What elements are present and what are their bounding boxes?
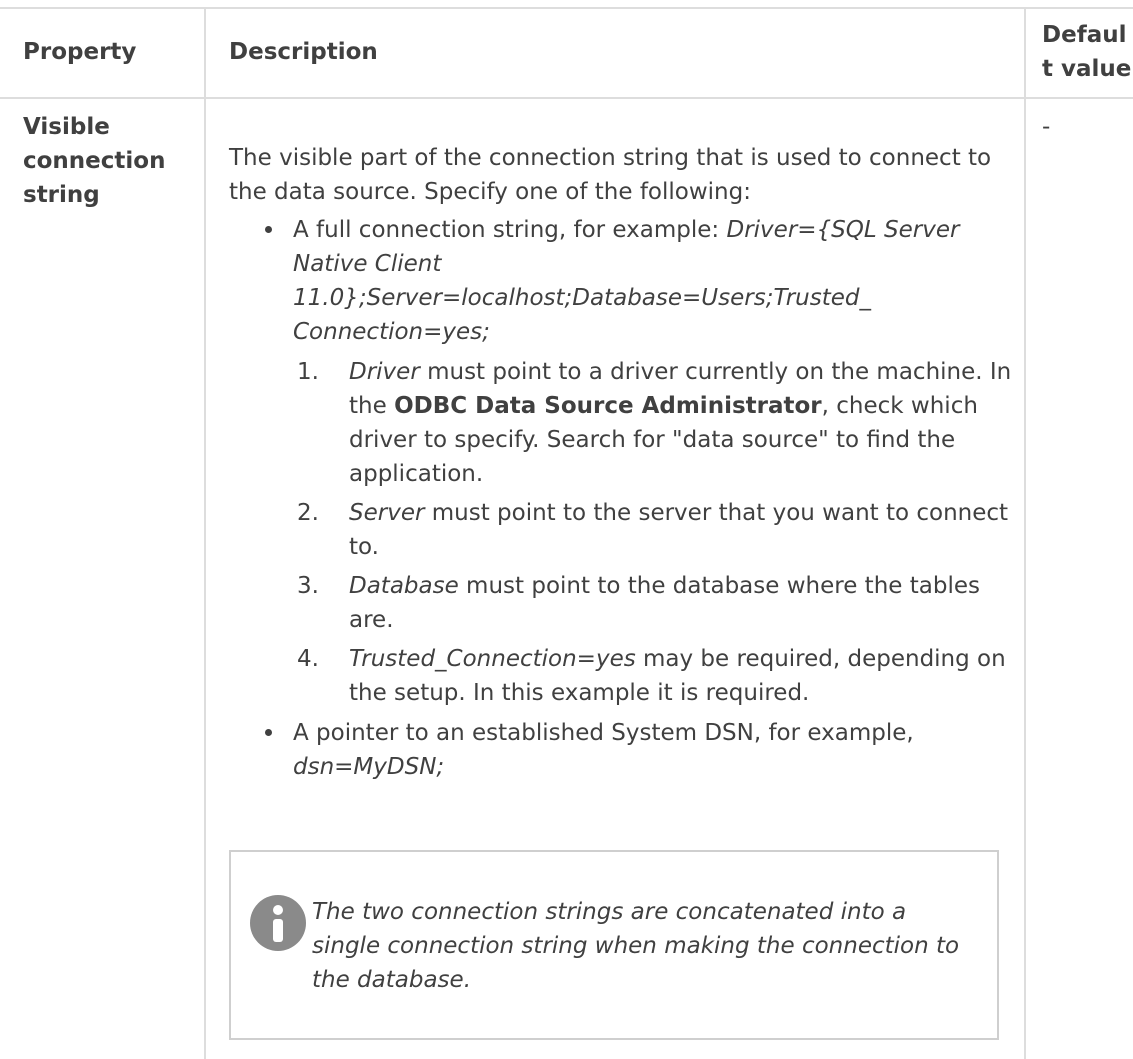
bullet-dot — [265, 226, 272, 233]
header-bottom-border — [0, 97, 1133, 99]
table-top-border — [0, 7, 1133, 9]
info-icon — [250, 895, 306, 951]
property-table: Property Description Defaul t value Visi… — [0, 0, 1133, 1059]
numbered-item-database: 3. Database must point to the database w… — [293, 569, 1013, 637]
header-description: Description — [229, 39, 378, 65]
requirement-numbered-list: 1. Driver must point to a driver current… — [293, 355, 1013, 710]
bullet-2-example: dsn=MyDSN; — [293, 754, 445, 780]
numbered-item-2-term: Server — [349, 500, 425, 526]
numbered-item-driver: 1. Driver must point to a driver current… — [293, 355, 1013, 491]
header-default-line-2: t value — [1042, 56, 1132, 82]
description-intro: The visible part of the connection strin… — [229, 145, 992, 205]
column-divider-1 — [204, 7, 206, 1059]
bullet-dot — [265, 729, 272, 736]
property-name-line-2: connection — [23, 148, 166, 174]
note-box: The two connection strings are concatena… — [229, 850, 999, 1040]
option-bullet-list: A full connection string, for example: D… — [253, 213, 1013, 784]
info-icon-bar — [273, 919, 283, 942]
bullet-full-connection-string: A full connection string, for example: D… — [253, 213, 1013, 710]
numbered-item-1-bold: ODBC Data Source Administrator — [394, 393, 822, 419]
numbered-item-1-term: Driver — [349, 359, 420, 385]
bullet-2-text: A pointer to an established System DSN, … — [293, 720, 914, 746]
numbered-item-server: 2. Server must point to the server that … — [293, 496, 1013, 564]
bullet-system-dsn: A pointer to an established System DSN, … — [253, 716, 1013, 784]
numbered-item-trusted-connection: 4. Trusted_Connection=yes may be require… — [293, 642, 1013, 710]
bullet-1-text: A full connection string, for example: — [293, 217, 727, 243]
property-name: Visible connection string — [23, 110, 198, 212]
numbered-item-2-number: 2. — [297, 500, 319, 526]
numbered-item-4-number: 4. — [297, 646, 319, 672]
property-name-line-1: Visible — [23, 114, 110, 140]
numbered-item-3-term: Database — [349, 573, 459, 599]
column-divider-2 — [1024, 7, 1026, 1059]
numbered-item-2-text: must point to the server that you want t… — [349, 500, 1009, 560]
numbered-item-1-number: 1. — [297, 359, 319, 385]
property-name-line-3: string — [23, 182, 100, 208]
default-value: - — [1042, 114, 1051, 140]
numbered-item-4-term: Trusted_Connection=yes — [349, 646, 636, 672]
header-property: Property — [23, 39, 137, 65]
header-default-value: Defaul t value — [1042, 18, 1133, 86]
numbered-item-3-number: 3. — [297, 573, 319, 599]
note-text: The two connection strings are concatena… — [312, 899, 960, 993]
info-icon-dot — [273, 905, 283, 915]
header-default-line-1: Defaul — [1042, 22, 1127, 48]
